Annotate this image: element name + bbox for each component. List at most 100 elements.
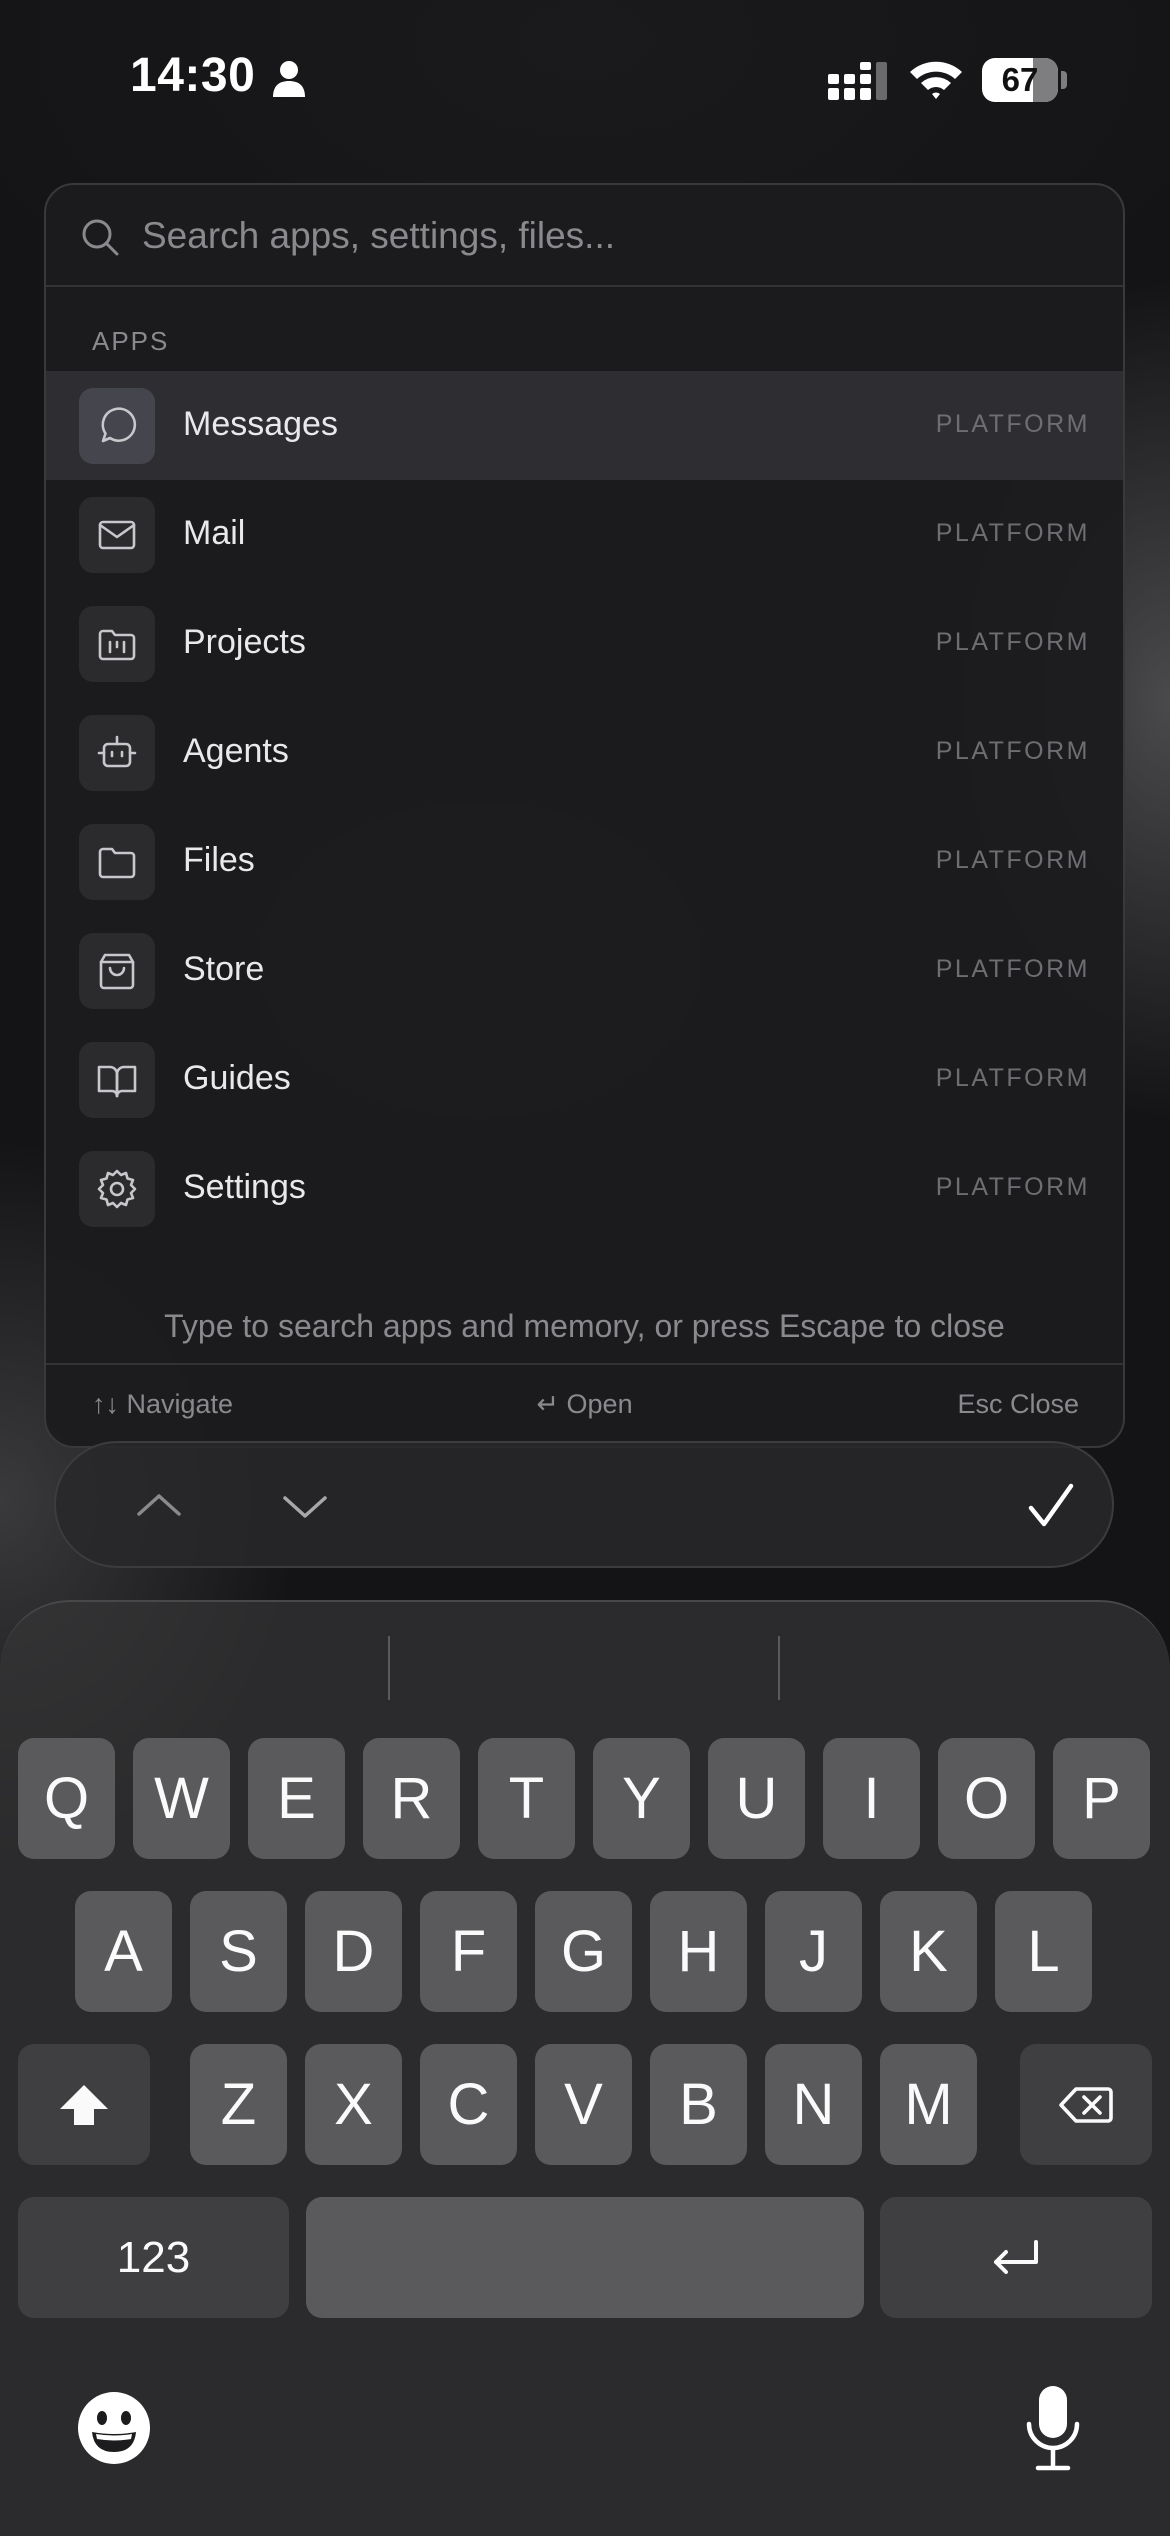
key-l[interactable]: L — [995, 1891, 1092, 2012]
apps-list: Messages PLATFORM Mail PLATFORM Projects… — [46, 371, 1123, 1243]
section-label-apps: APPS — [92, 326, 170, 356]
list-item-guides[interactable]: Guides PLATFORM — [46, 1025, 1123, 1134]
list-item-messages[interactable]: Messages PLATFORM — [46, 371, 1123, 480]
item-icon-container — [79, 715, 155, 791]
chevron-up-icon — [137, 1494, 181, 1516]
key-n[interactable]: N — [765, 2044, 862, 2165]
shopping-bag-icon — [99, 953, 135, 990]
shift-key[interactable] — [18, 2044, 150, 2165]
list-item-files[interactable]: Files PLATFORM — [46, 807, 1123, 916]
item-icon-container — [79, 1042, 155, 1118]
search-input[interactable] — [142, 205, 1082, 267]
microphone-icon[interactable] — [1024, 2384, 1082, 2474]
key-o[interactable]: O — [938, 1738, 1035, 1859]
search-bar — [46, 185, 1123, 287]
key-p[interactable]: P — [1053, 1738, 1150, 1859]
suggestion-divider — [388, 1636, 390, 1700]
space-key[interactable] — [306, 2197, 864, 2318]
key-d[interactable]: D — [305, 1891, 402, 2012]
list-item-mail[interactable]: Mail PLATFORM — [46, 480, 1123, 589]
battery-percentage: 67 — [1001, 61, 1039, 98]
key-b[interactable]: B — [650, 2044, 747, 2165]
return-icon — [994, 2239, 1038, 2274]
numbers-key[interactable]: 123 — [18, 2197, 289, 2318]
key-c[interactable]: C — [420, 2044, 517, 2165]
item-tag: PLATFORM — [935, 955, 1090, 983]
emoji-icon[interactable] — [76, 2390, 152, 2466]
key-h[interactable]: H — [650, 1891, 747, 2012]
folder-icon — [98, 847, 136, 879]
item-label: Mail — [183, 514, 246, 552]
list-item-store[interactable]: Store PLATFORM — [46, 916, 1123, 1025]
item-label: Store — [183, 950, 265, 988]
item-tag: PLATFORM — [935, 846, 1090, 874]
item-label: Files — [183, 841, 255, 879]
item-tag: PLATFORM — [935, 737, 1090, 765]
next-field-button[interactable] — [270, 1471, 340, 1541]
wifi-icon — [910, 61, 962, 99]
folder-kanban-icon — [98, 629, 136, 661]
item-icon-container — [79, 824, 155, 900]
key-t[interactable]: T — [478, 1738, 575, 1859]
done-button[interactable] — [1016, 1471, 1086, 1541]
empty-hint-text: Type to search apps and memory, or press… — [164, 1308, 1005, 1344]
key-y[interactable]: Y — [593, 1738, 690, 1859]
palette-footer: ↑↓ Navigate ↵ Open Esc Close — [46, 1363, 1123, 1446]
key-k[interactable]: K — [880, 1891, 977, 2012]
return-key[interactable] — [880, 2197, 1152, 2318]
search-icon — [82, 219, 119, 256]
item-icon-container — [79, 606, 155, 682]
checkmark-icon — [1028, 1483, 1074, 1527]
item-icon-container — [79, 1151, 155, 1227]
shift-icon — [60, 2084, 108, 2125]
key-x[interactable]: X — [305, 2044, 402, 2165]
item-label: Agents — [183, 732, 289, 770]
key-a[interactable]: A — [75, 1891, 172, 2012]
list-item-settings[interactable]: Settings PLATFORM — [46, 1134, 1123, 1243]
item-label: Messages — [183, 405, 338, 443]
keyboard-accessory-bar — [54, 1441, 1114, 1568]
key-w[interactable]: W — [133, 1738, 230, 1859]
robot-icon — [97, 735, 137, 768]
battery-indicator: 67 — [982, 58, 1058, 102]
suggestion-divider — [778, 1636, 780, 1700]
key-v[interactable]: V — [535, 2044, 632, 2165]
mail-icon — [98, 520, 136, 550]
key-j[interactable]: J — [765, 1891, 862, 2012]
message-bubble-icon — [101, 407, 137, 443]
item-tag: PLATFORM — [935, 628, 1090, 656]
footer-close-hint: Esc Close — [957, 1389, 1079, 1419]
previous-field-button[interactable] — [124, 1471, 194, 1541]
command-palette: APPS Messages PLATFORM Mail PLATFORM — [44, 183, 1125, 1448]
list-item-projects[interactable]: Projects PLATFORM — [46, 589, 1123, 698]
item-icon-container — [79, 933, 155, 1009]
item-label: Guides — [183, 1059, 291, 1097]
status-bar: 14:30 67 — [0, 0, 1170, 150]
backspace-icon — [1059, 2086, 1113, 2123]
key-s[interactable]: S — [190, 1891, 287, 2012]
item-icon-container — [79, 497, 155, 573]
key-q[interactable]: Q — [18, 1738, 115, 1859]
battery-tip — [1061, 71, 1067, 89]
item-icon-container — [79, 388, 155, 464]
status-time: 14:30 — [130, 49, 256, 102]
delete-key[interactable] — [1020, 2044, 1152, 2165]
key-e[interactable]: E — [248, 1738, 345, 1859]
item-label: Settings — [183, 1168, 306, 1206]
item-tag: PLATFORM — [935, 1064, 1090, 1092]
key-g[interactable]: G — [535, 1891, 632, 2012]
key-z[interactable]: Z — [190, 2044, 287, 2165]
key-f[interactable]: F — [420, 1891, 517, 2012]
key-r[interactable]: R — [363, 1738, 460, 1859]
gear-icon — [97, 1169, 137, 1209]
cellular-signal-icon — [828, 62, 887, 100]
book-open-icon — [97, 1065, 137, 1098]
item-tag: PLATFORM — [935, 1173, 1090, 1201]
item-label: Projects — [183, 623, 306, 661]
key-u[interactable]: U — [708, 1738, 805, 1859]
key-i[interactable]: I — [823, 1738, 920, 1859]
chevron-down-icon — [283, 1496, 327, 1518]
list-item-agents[interactable]: Agents PLATFORM — [46, 698, 1123, 807]
key-m[interactable]: M — [880, 2044, 977, 2165]
person-icon — [273, 61, 305, 97]
